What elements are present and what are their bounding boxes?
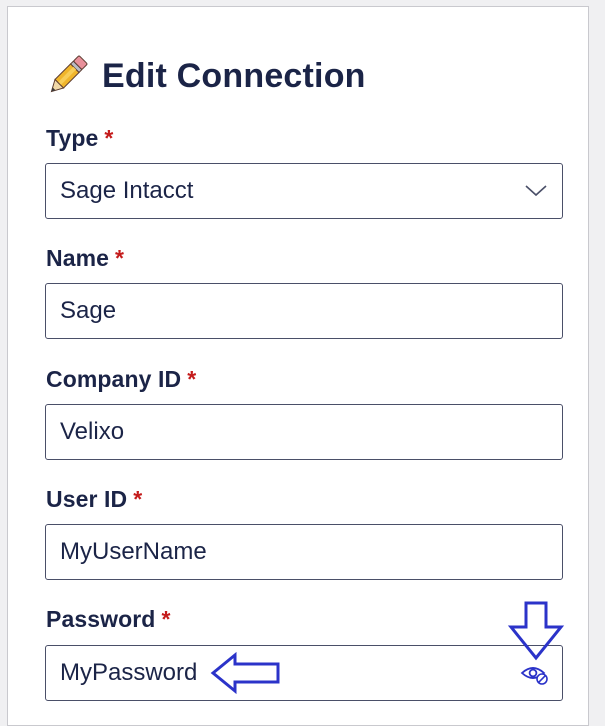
company-id-field-value: Velixo <box>60 418 125 445</box>
chevron-down-icon[interactable] <box>524 181 548 206</box>
required-marker: * <box>161 606 171 632</box>
type-label: Type * <box>46 125 113 152</box>
name-field[interactable]: Sage <box>45 283 563 339</box>
user-id-label: User ID * <box>46 486 142 513</box>
required-marker: * <box>187 366 197 392</box>
page-title: Edit Connection <box>102 56 366 95</box>
name-field-value: Sage <box>60 297 117 324</box>
pencil-icon <box>46 55 88 97</box>
required-marker: * <box>115 245 125 271</box>
eye-slash-icon[interactable] <box>520 662 550 691</box>
user-id-label-text: User ID <box>46 486 128 512</box>
required-marker: * <box>104 125 114 151</box>
user-id-field[interactable]: MyUserName <box>45 524 563 580</box>
company-id-field[interactable]: Velixo <box>45 404 563 460</box>
user-id-field-value: MyUserName <box>60 538 207 565</box>
name-label-text: Name <box>46 245 110 271</box>
company-id-label-text: Company ID <box>46 366 182 392</box>
company-id-label: Company ID * <box>46 366 196 393</box>
page-header: Edit Connection <box>46 52 366 100</box>
password-label-text: Password <box>46 606 156 632</box>
name-label: Name * <box>46 245 124 272</box>
down-arrow-annotation-icon <box>507 601 565 661</box>
password-label: Password * <box>46 606 171 633</box>
password-field[interactable]: MyPassword <box>45 645 563 701</box>
password-field-value: MyPassword <box>60 659 198 686</box>
type-select-value: Sage Intacct <box>60 177 194 204</box>
type-label-text: Type <box>46 125 99 151</box>
type-select[interactable]: Sage Intacct <box>45 163 563 219</box>
required-marker: * <box>133 486 143 512</box>
left-arrow-annotation-icon <box>210 651 280 695</box>
